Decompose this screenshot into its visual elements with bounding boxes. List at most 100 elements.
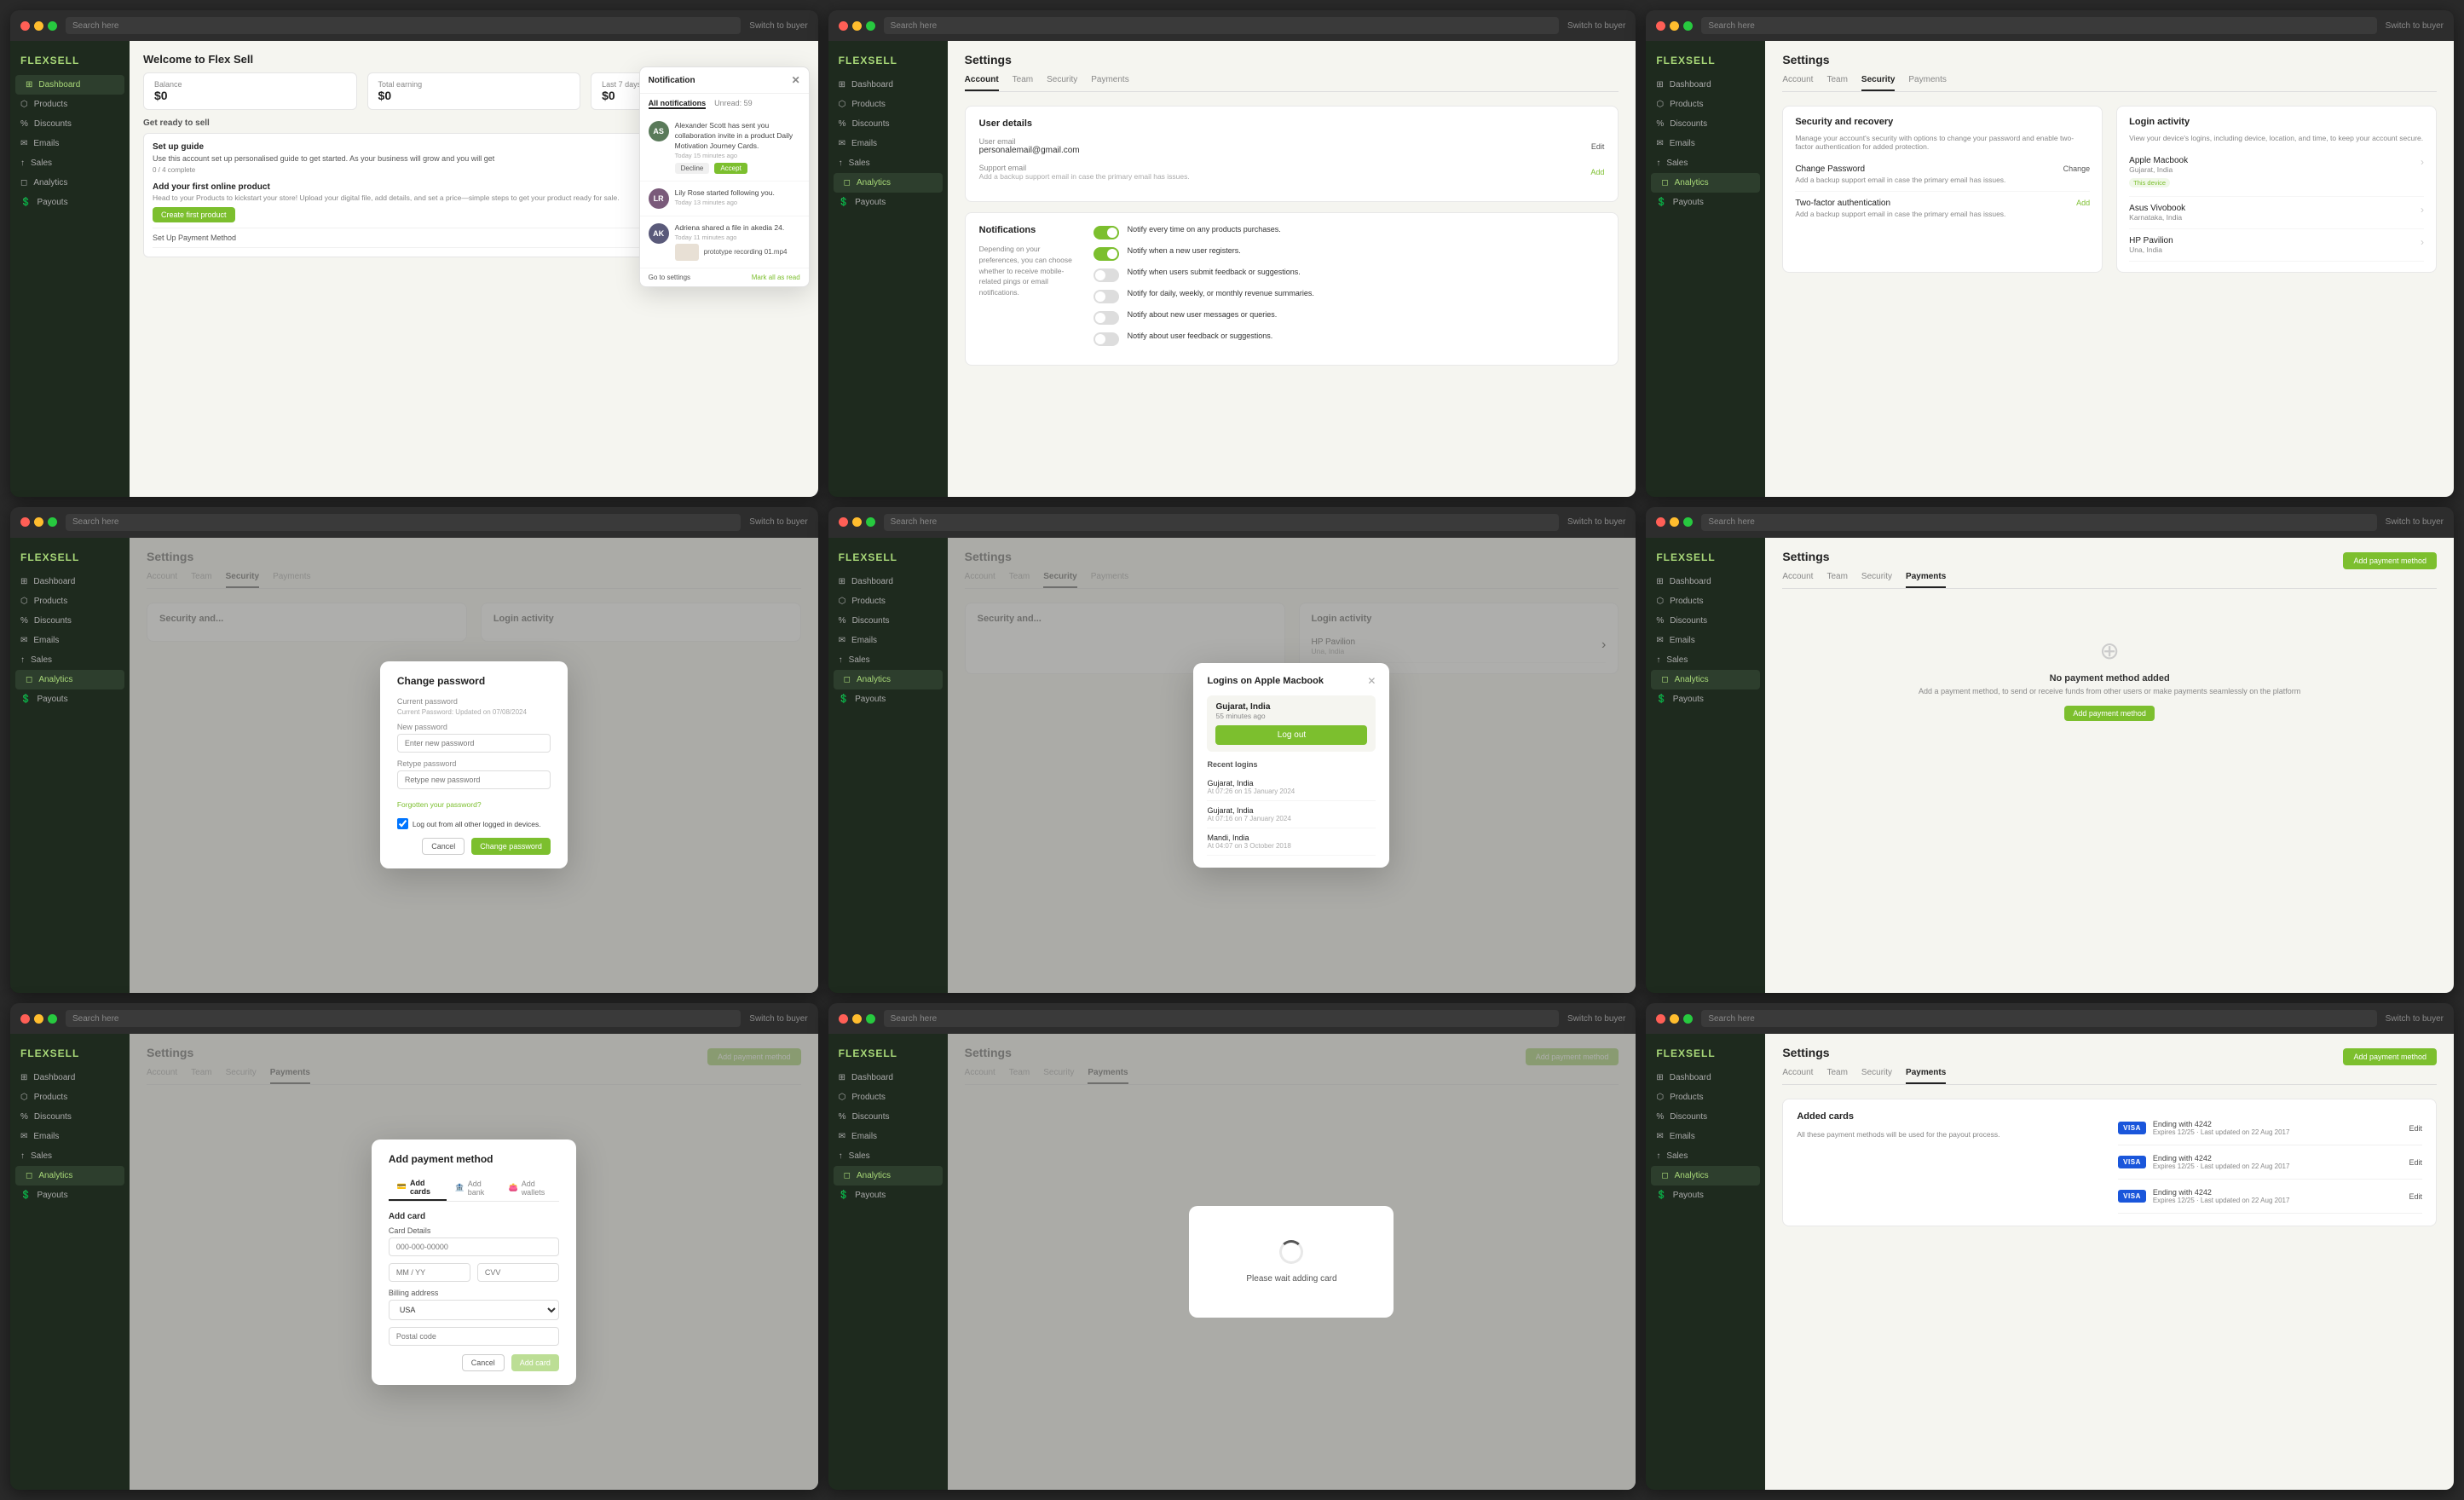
tl-yellow-6[interactable]: [1670, 517, 1679, 527]
add-support-email-link[interactable]: Add: [1590, 168, 1604, 176]
toggle-1[interactable]: [1094, 226, 1119, 239]
sidebar-item-products[interactable]: ⬡ Products: [10, 95, 130, 114]
stab-account[interactable]: Account: [965, 75, 999, 91]
sidebar-5-dashboard[interactable]: ⊞Dashboard: [828, 572, 948, 591]
stab-team[interactable]: Team: [1013, 75, 1033, 91]
tl-yellow-8[interactable]: [852, 1014, 862, 1024]
go-to-settings-link[interactable]: Go to settings: [649, 274, 690, 281]
stab3-team[interactable]: Team: [1826, 75, 1847, 91]
sidebar-2-discounts[interactable]: %Discounts: [828, 114, 948, 134]
retype-password-input[interactable]: [397, 770, 551, 789]
notif-tab-unread[interactable]: Unread: 59: [714, 99, 753, 109]
toggle-6[interactable]: [1094, 332, 1119, 346]
stab9-account[interactable]: Account: [1782, 1068, 1813, 1084]
sidebar-8-discounts[interactable]: %Discounts: [828, 1107, 948, 1127]
sidebar-7-products[interactable]: ⬡Products: [10, 1088, 130, 1107]
tl-red[interactable]: [20, 21, 30, 31]
switch-buyer-9[interactable]: Switch to buyer: [2386, 1014, 2444, 1024]
stab6-payments[interactable]: Payments: [1906, 572, 1946, 588]
new-password-input[interactable]: [397, 734, 551, 753]
ptab-cards[interactable]: 💳 Add cards: [389, 1175, 447, 1201]
tl-yellow-9[interactable]: [1670, 1014, 1679, 1024]
switch-buyer-2[interactable]: Switch to buyer: [1567, 21, 1625, 31]
sidebar-7-payouts[interactable]: 💲Payouts: [10, 1186, 130, 1205]
switch-buyer-7[interactable]: Switch to buyer: [749, 1014, 807, 1024]
sidebar-4-sales[interactable]: ↑Sales: [10, 650, 130, 670]
toggle-4[interactable]: [1094, 290, 1119, 303]
sidebar-item-discounts[interactable]: % Discounts: [10, 114, 130, 134]
sidebar-7-discounts[interactable]: %Discounts: [10, 1107, 130, 1127]
tl-green[interactable]: [48, 21, 57, 31]
sidebar-8-products[interactable]: ⬡Products: [828, 1088, 948, 1107]
sidebar-2-sales[interactable]: ↑Sales: [828, 153, 948, 173]
tl-red-9[interactable]: [1656, 1014, 1665, 1024]
stab3-payments[interactable]: Payments: [1908, 75, 1946, 91]
tl-yellow-3[interactable]: [1670, 21, 1679, 31]
tl-green-6[interactable]: [1683, 517, 1693, 527]
tl-green-8[interactable]: [866, 1014, 875, 1024]
sidebar-4-analytics[interactable]: ◻Analytics: [15, 670, 124, 689]
country-select[interactable]: USA: [389, 1300, 559, 1320]
tl-red-8[interactable]: [839, 1014, 848, 1024]
sidebar-6-payouts[interactable]: 💲Payouts: [1646, 689, 1765, 709]
card-number-input[interactable]: [389, 1238, 559, 1256]
sidebar-9-emails[interactable]: ✉Emails: [1646, 1127, 1765, 1146]
switch-buyer-3[interactable]: Switch to buyer: [2386, 21, 2444, 31]
notif-tab-all[interactable]: All notifications: [649, 99, 707, 109]
stab3-account[interactable]: Account: [1782, 75, 1813, 91]
sidebar-3-products[interactable]: ⬡Products: [1646, 95, 1765, 114]
sidebar-8-sales[interactable]: ↑Sales: [828, 1146, 948, 1166]
switch-buyer-5[interactable]: Switch to buyer: [1567, 517, 1625, 527]
tl-yellow-5[interactable]: [852, 517, 862, 527]
forgot-password-link[interactable]: Forgotten your password?: [397, 800, 482, 809]
sidebar-3-analytics[interactable]: ◻Analytics: [1651, 173, 1760, 193]
tl-green-4[interactable]: [48, 517, 57, 527]
edit-card-3-link[interactable]: Edit: [2409, 1192, 2423, 1201]
sidebar-5-analytics[interactable]: ◻Analytics: [834, 670, 943, 689]
sidebar-6-analytics[interactable]: ◻Analytics: [1651, 670, 1760, 689]
chevron-right-hp[interactable]: ›: [2421, 236, 2424, 248]
sidebar-2-payouts[interactable]: 💲Payouts: [828, 193, 948, 212]
create-first-product-btn[interactable]: Create first product: [153, 207, 235, 222]
stab-security[interactable]: Security: [1047, 75, 1077, 91]
cancel-add-payment-btn[interactable]: Cancel: [462, 1354, 505, 1371]
tl-green-7[interactable]: [48, 1014, 57, 1024]
tl-green-5[interactable]: [866, 517, 875, 527]
stab3-security[interactable]: Security: [1861, 75, 1895, 91]
stab9-team[interactable]: Team: [1826, 1068, 1847, 1084]
chevron-right-macbook[interactable]: ›: [2421, 156, 2424, 168]
stab9-security[interactable]: Security: [1861, 1068, 1892, 1084]
tl-yellow[interactable]: [34, 21, 43, 31]
switch-buyer-4[interactable]: Switch to buyer: [749, 517, 807, 527]
stab6-account[interactable]: Account: [1782, 572, 1813, 588]
switch-buyer-6[interactable]: Switch to buyer: [2386, 517, 2444, 527]
sidebar-9-analytics[interactable]: ◻Analytics: [1651, 1166, 1760, 1186]
stab9-payments[interactable]: Payments: [1906, 1068, 1946, 1084]
sidebar-4-products[interactable]: ⬡Products: [10, 591, 130, 611]
sidebar-2-emails[interactable]: ✉Emails: [828, 134, 948, 153]
tl-yellow-4[interactable]: [34, 517, 43, 527]
tl-yellow-7[interactable]: [34, 1014, 43, 1024]
decline-btn[interactable]: Decline: [675, 163, 710, 174]
sidebar-6-emails[interactable]: ✉Emails: [1646, 631, 1765, 650]
add-card-btn[interactable]: Add card: [511, 1354, 559, 1371]
tl-green-3[interactable]: [1683, 21, 1693, 31]
sidebar-6-dashboard[interactable]: ⊞Dashboard: [1646, 572, 1765, 591]
ptab-wallets[interactable]: 👛 Add wallets: [499, 1175, 558, 1201]
tl-green-2[interactable]: [866, 21, 875, 31]
sidebar-8-dashboard[interactable]: ⊞Dashboard: [828, 1068, 948, 1088]
sidebar-item-analytics[interactable]: ◻ Analytics: [10, 173, 130, 193]
expiry-input[interactable]: [389, 1263, 470, 1282]
sidebar-7-emails[interactable]: ✉Emails: [10, 1127, 130, 1146]
logout-all-check[interactable]: [397, 818, 408, 829]
sidebar-5-discounts[interactable]: %Discounts: [828, 611, 948, 631]
add-2fa-link[interactable]: Add: [2076, 199, 2090, 207]
confirm-change-pw-btn[interactable]: Change password: [471, 838, 551, 855]
sidebar-9-payouts[interactable]: 💲Payouts: [1646, 1186, 1765, 1205]
edit-email-link[interactable]: Edit: [1591, 142, 1605, 151]
sidebar-9-sales[interactable]: ↑Sales: [1646, 1146, 1765, 1166]
sidebar-8-analytics[interactable]: ◻Analytics: [834, 1166, 943, 1186]
stab-payments[interactable]: Payments: [1091, 75, 1128, 91]
sidebar-5-payouts[interactable]: 💲Payouts: [828, 689, 948, 709]
tl-green-9[interactable]: [1683, 1014, 1693, 1024]
